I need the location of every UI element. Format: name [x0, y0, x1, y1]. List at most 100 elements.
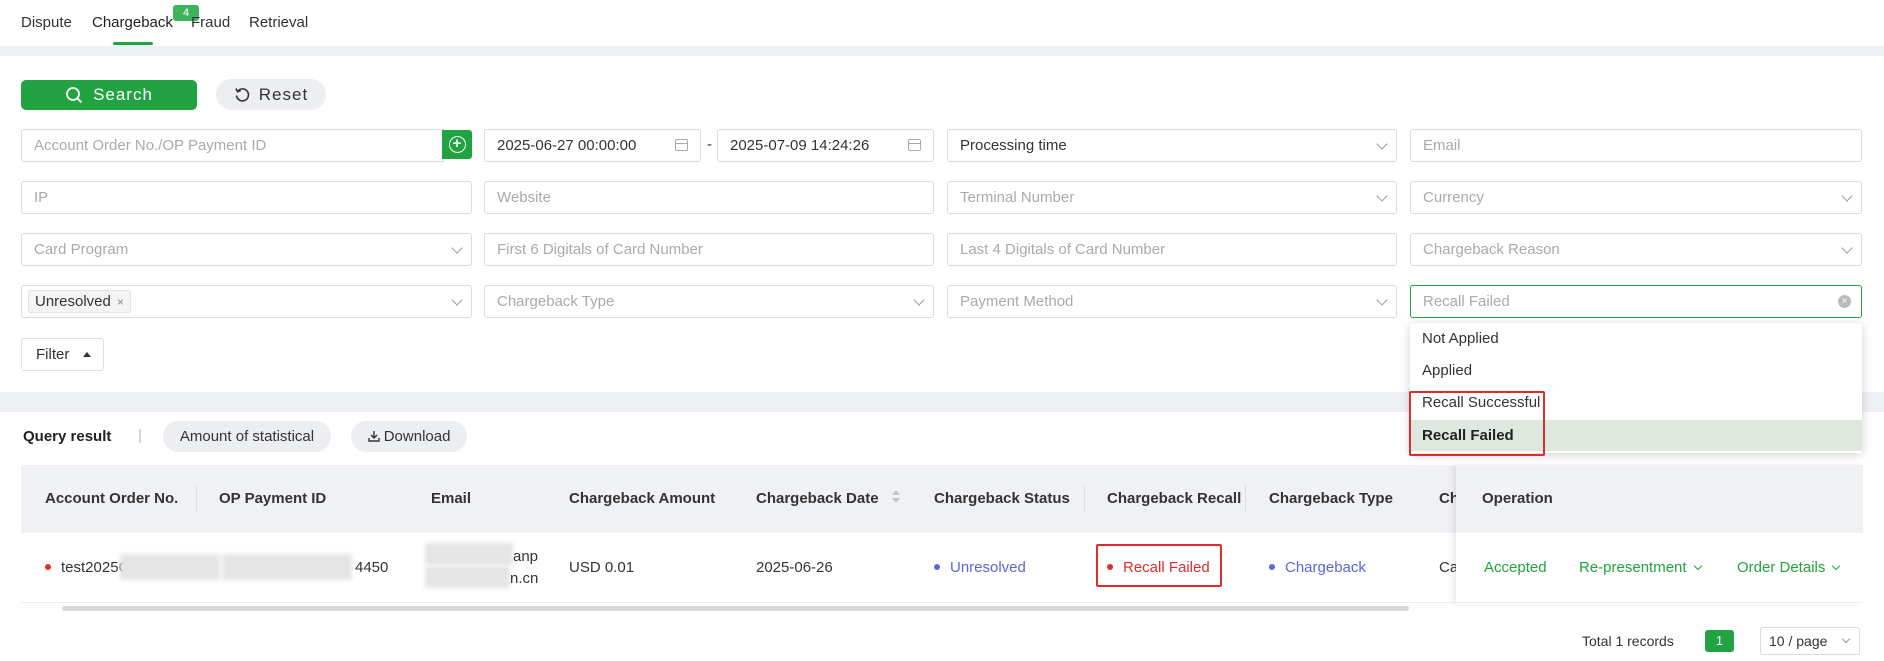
recall-status-dropdown: Not Applied Applied Recall Successful Re… — [1410, 323, 1862, 453]
status-value: Unresolved — [950, 559, 1026, 576]
tab-fraud[interactable]: Fraud — [191, 14, 230, 31]
recall-cell: Recall Failed — [1107, 559, 1210, 576]
chevron-down-icon — [1693, 561, 1702, 571]
recall-status-select[interactable]: Recall Failed × — [1410, 285, 1862, 318]
search-label: Search — [93, 85, 153, 104]
calendar-icon — [908, 139, 921, 151]
option-not-applied[interactable]: Not Applied — [1410, 323, 1862, 355]
active-tab-indicator — [113, 42, 153, 45]
chargeback-reason-select[interactable]: Chargeback Reason — [1410, 233, 1862, 266]
chevron-down-icon — [451, 242, 463, 254]
search-icon — [66, 87, 83, 104]
currency-placeholder: Currency — [1423, 189, 1484, 206]
reset-button[interactable]: Reset — [216, 79, 326, 110]
type-value: Chargeback — [1285, 559, 1366, 576]
card-program-select[interactable]: Card Program — [21, 233, 472, 266]
amount-cell: USD 0.01 — [569, 559, 635, 576]
ip-input[interactable]: IP — [21, 181, 472, 214]
time-type-select[interactable]: Processing time — [947, 129, 1397, 162]
col-operation: Operation — [1482, 490, 1553, 507]
status-dot — [45, 564, 51, 571]
total-records: Total 1 records — [1582, 633, 1674, 649]
download-icon — [367, 431, 380, 442]
first6-placeholder: First 6 Digitals of Card Number — [497, 241, 703, 258]
status-dot — [1269, 564, 1275, 571]
option-applied[interactable]: Applied — [1410, 355, 1862, 387]
redacted-area — [120, 554, 220, 580]
last4-input[interactable]: Last 4 Digitals of Card Number — [947, 233, 1397, 266]
status-select[interactable]: Unresolved × — [21, 285, 472, 318]
terminal-select[interactable]: Terminal Number — [947, 181, 1397, 214]
start-date-picker[interactable]: 2025-06-27 00:00:00 — [484, 129, 701, 162]
currency-select[interactable]: Currency — [1410, 181, 1862, 214]
clear-icon[interactable]: × — [1838, 295, 1851, 308]
download-button[interactable]: Download — [351, 421, 467, 452]
redacted-area — [222, 554, 352, 580]
tag-close-icon[interactable]: × — [117, 295, 124, 309]
status-tag-label: Unresolved — [35, 293, 111, 310]
col-chargeback-amount: Chargeback Amount — [569, 490, 716, 507]
redacted-area — [425, 566, 510, 588]
add-order-button[interactable]: + — [442, 130, 472, 159]
end-date-value: 2025-07-09 14:24:26 — [730, 137, 870, 154]
status-cell: Unresolved — [934, 559, 1026, 576]
option-recall-successful[interactable]: Recall Successful — [1410, 387, 1862, 419]
email-placeholder: Email — [1423, 137, 1461, 154]
payment-method-select[interactable]: Payment Method — [947, 285, 1397, 318]
reset-icon — [235, 88, 250, 102]
order-no-cell: test2025C — [45, 559, 129, 576]
email-line2: n.cn — [510, 570, 539, 587]
chevron-down-icon — [1376, 138, 1388, 150]
end-date-picker[interactable]: 2025-07-09 14:24:26 — [717, 129, 934, 162]
download-label: Download — [383, 428, 451, 445]
website-input[interactable]: Website — [484, 181, 934, 214]
start-date-value: 2025-06-27 00:00:00 — [497, 137, 637, 154]
recall-value: Recall Failed — [1123, 559, 1210, 576]
calendar-icon — [675, 139, 688, 151]
results-title: Query result — [23, 428, 112, 445]
tab-retrieval[interactable]: Retrieval — [249, 14, 308, 31]
recall-status-placeholder: Recall Failed — [1423, 293, 1510, 310]
order-search-input[interactable]: Account Order No./OP Payment ID — [21, 129, 444, 162]
re-presentment-dropdown[interactable]: Re-presentment — [1579, 559, 1702, 576]
results-separator: | — [138, 427, 142, 444]
chevron-down-icon — [1841, 634, 1851, 644]
order-search-placeholder: Account Order No./OP Payment ID — [34, 137, 267, 154]
plus-circle-icon: + — [448, 136, 466, 153]
col-chargeback-date[interactable]: Chargeback Date — [756, 490, 879, 507]
page-size-select[interactable]: 10 / page — [1760, 627, 1860, 655]
date-cell: 2025-06-26 — [756, 559, 833, 576]
col-op-payment-id: OP Payment ID — [219, 490, 327, 507]
option-recall-failed[interactable]: Recall Failed — [1410, 420, 1862, 451]
accepted-link[interactable]: Accepted — [1484, 559, 1547, 576]
col-account-order-no: Account Order No. — [45, 490, 179, 507]
date-range-separator: - — [707, 136, 712, 153]
col-email: Email — [431, 490, 472, 507]
filter-label: Filter — [36, 346, 70, 363]
tab-dispute[interactable]: Dispute — [21, 14, 72, 31]
first6-input[interactable]: First 6 Digitals of Card Number — [484, 233, 934, 266]
status-dot — [934, 564, 940, 571]
amount-statistical-button[interactable]: Amount of statistical — [163, 421, 331, 452]
payment-id-suffix: 4450 — [355, 559, 389, 576]
chargeback-type-select[interactable]: Chargeback Type — [484, 285, 934, 318]
col-chargeback-status: Chargeback Status — [934, 490, 1070, 507]
chevron-down-icon — [1841, 190, 1853, 202]
sort-icon[interactable] — [892, 490, 900, 504]
status-tag: Unresolved × — [28, 290, 132, 313]
page-1-button[interactable]: 1 — [1705, 630, 1734, 652]
order-details-label: Order Details — [1737, 559, 1826, 576]
col-chargeback-type: Chargeback Type — [1269, 490, 1393, 507]
filter-toggle-button[interactable]: Filter — [21, 338, 104, 371]
order-details-dropdown[interactable]: Order Details — [1737, 559, 1841, 576]
horizontal-scrollbar[interactable] — [62, 606, 1409, 611]
email-input[interactable]: Email — [1410, 129, 1862, 162]
tab-chargeback[interactable]: Chargeback — [92, 14, 173, 31]
chevron-down-icon — [913, 294, 925, 306]
chevron-down-icon — [451, 294, 463, 306]
chevron-down-icon — [1376, 294, 1388, 306]
search-button[interactable]: Search — [21, 80, 197, 110]
chevron-down-icon — [1841, 242, 1853, 254]
time-type-value: Processing time — [960, 137, 1067, 154]
tab-bar: Dispute Chargeback 4 Fraud Retrieval — [0, 0, 1884, 46]
